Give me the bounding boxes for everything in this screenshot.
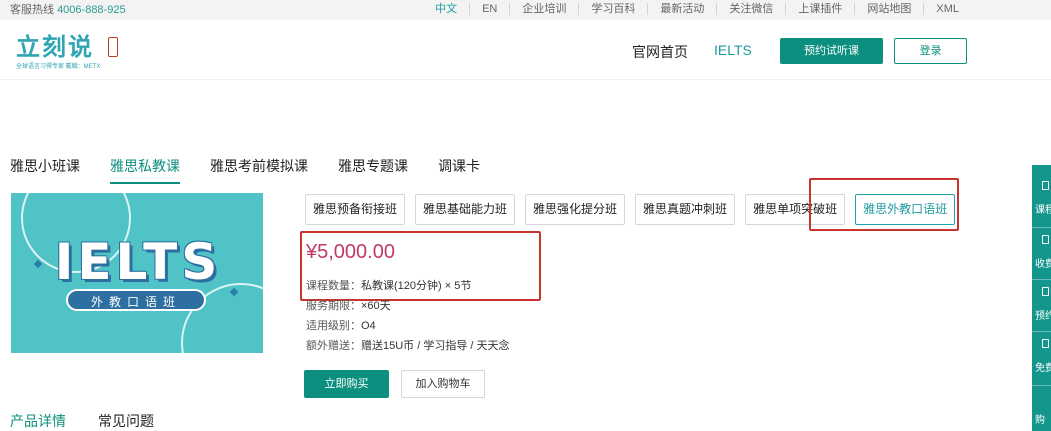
logo-subtitle: 全球语言习得专家 戴翰：METX <box>16 64 101 70</box>
sidebar-divider <box>1032 385 1051 386</box>
logo-badge-icon <box>108 37 118 57</box>
sidebar-divider <box>1032 227 1051 228</box>
top-link-encyclopedia[interactable]: 学习百科 <box>578 3 647 15</box>
top-link-plugin[interactable]: 上课插件 <box>785 3 854 15</box>
sidebar-item-fee[interactable]: 收费 <box>1035 255 1051 270</box>
product-price: ¥5,000.00 <box>306 241 395 263</box>
info-course-count: 课程数量：私教课(120分钟) × 5节 <box>306 277 471 293</box>
nav-ielts-link[interactable]: IELTS <box>714 42 752 58</box>
tab-reschedule-card[interactable]: 调课卡 <box>438 156 480 184</box>
tab-topic-class[interactable]: 雅思专题课 <box>338 156 408 184</box>
tab-product-details[interactable]: 产品详情 <box>10 411 66 431</box>
top-link-events[interactable]: 最新活动 <box>647 3 716 15</box>
gift-value: 赠送15U币 / 学习指导 / 天天念 <box>361 340 510 352</box>
banner-subtitle: 外教口语班 <box>66 289 206 311</box>
course-count-value: 私教课(120分钟) × 5节 <box>361 280 472 292</box>
info-gift: 额外赠送：赠送15U币 / 学习指导 / 天天念 <box>306 337 510 353</box>
banner-title: IELTS <box>54 233 222 291</box>
fee-icon <box>1042 235 1049 244</box>
course-count-label: 课程数量： <box>306 280 361 292</box>
top-bar: 客服热线 4006-888-925 中文 EN 企业培训 学习百科 最新活动 关… <box>0 0 1051 20</box>
top-link-sitemap[interactable]: 网站地图 <box>854 3 923 15</box>
tab-private-class[interactable]: 雅思私教课 <box>110 156 180 184</box>
tab-small-class[interactable]: 雅思小班课 <box>10 156 80 184</box>
floating-sidebar: 课程 收费 预约 免费 购 <box>1032 165 1051 431</box>
top-link-wechat[interactable]: 关注微信 <box>716 3 785 15</box>
hotline-number: 4006-888-925 <box>57 4 126 16</box>
gift-label: 额外赠送： <box>306 340 361 352</box>
detail-tabs: 产品详情 常见问题 <box>10 411 186 431</box>
site-logo[interactable]: 立刻说 全球语言习得专家 戴翰：METX <box>16 34 136 74</box>
logo-text: 立刻说 <box>16 33 94 61</box>
level-label: 适用级别： <box>306 320 361 332</box>
top-link-english[interactable]: EN <box>469 3 509 15</box>
top-link-xml[interactable]: XML <box>923 3 971 15</box>
info-service-period: 服务期限：×60天 <box>306 297 391 313</box>
book-trial-button[interactable]: 预约试听课 <box>780 38 883 64</box>
tab-mock-exam[interactable]: 雅思考前模拟课 <box>210 156 308 184</box>
service-period-value: ×60天 <box>361 300 391 312</box>
sidebar-item-course[interactable]: 课程 <box>1035 201 1051 216</box>
level-value: O4 <box>361 320 376 332</box>
sidebar-divider <box>1032 331 1051 332</box>
service-period-label: 服务期限： <box>306 300 361 312</box>
subcourse-intensive[interactable]: 雅思强化提分班 <box>525 194 626 225</box>
tab-faq[interactable]: 常见问题 <box>98 411 154 431</box>
hotline: 客服热线 4006-888-925 <box>10 1 126 17</box>
site-header: 立刻说 全球语言习得专家 戴翰：METX 官网首页 IELTS 预约试听课 登录 <box>0 20 1051 80</box>
top-links: 中文 EN 企业培训 学习百科 最新活动 关注微信 上课插件 网站地图 XML <box>423 1 971 15</box>
course-icon <box>1042 181 1049 190</box>
top-link-enterprise[interactable]: 企业培训 <box>509 3 578 15</box>
subcourse-sprint[interactable]: 雅思真题冲刺班 <box>635 194 736 225</box>
sidebar-item-free[interactable]: 免费 <box>1035 359 1051 374</box>
sidebar-item-buy[interactable]: 购 <box>1035 411 1045 426</box>
info-level: 适用级别：O4 <box>306 317 376 333</box>
course-banner-image: IELTS 外教口语班 <box>11 193 263 353</box>
booking-icon <box>1042 287 1049 296</box>
subcourse-foundation[interactable]: 雅思基础能力班 <box>415 194 516 225</box>
hotline-label: 客服热线 <box>10 4 54 16</box>
subcourse-preparatory[interactable]: 雅思预备衔接班 <box>305 194 406 225</box>
sidebar-item-booking[interactable]: 预约 <box>1035 307 1051 322</box>
nav-home-link[interactable]: 官网首页 <box>632 42 688 62</box>
highlight-box-subcourse <box>809 178 959 231</box>
course-tabs: 雅思小班课 雅思私教课 雅思考前模拟课 雅思专题课 调课卡 <box>10 156 510 184</box>
free-icon <box>1042 339 1049 348</box>
buy-now-button[interactable]: 立即购买 <box>304 370 389 398</box>
sidebar-divider <box>1032 279 1051 280</box>
top-link-chinese[interactable]: 中文 <box>423 3 469 15</box>
login-button[interactable]: 登录 <box>894 38 967 64</box>
add-to-cart-button[interactable]: 加入购物车 <box>401 370 485 398</box>
